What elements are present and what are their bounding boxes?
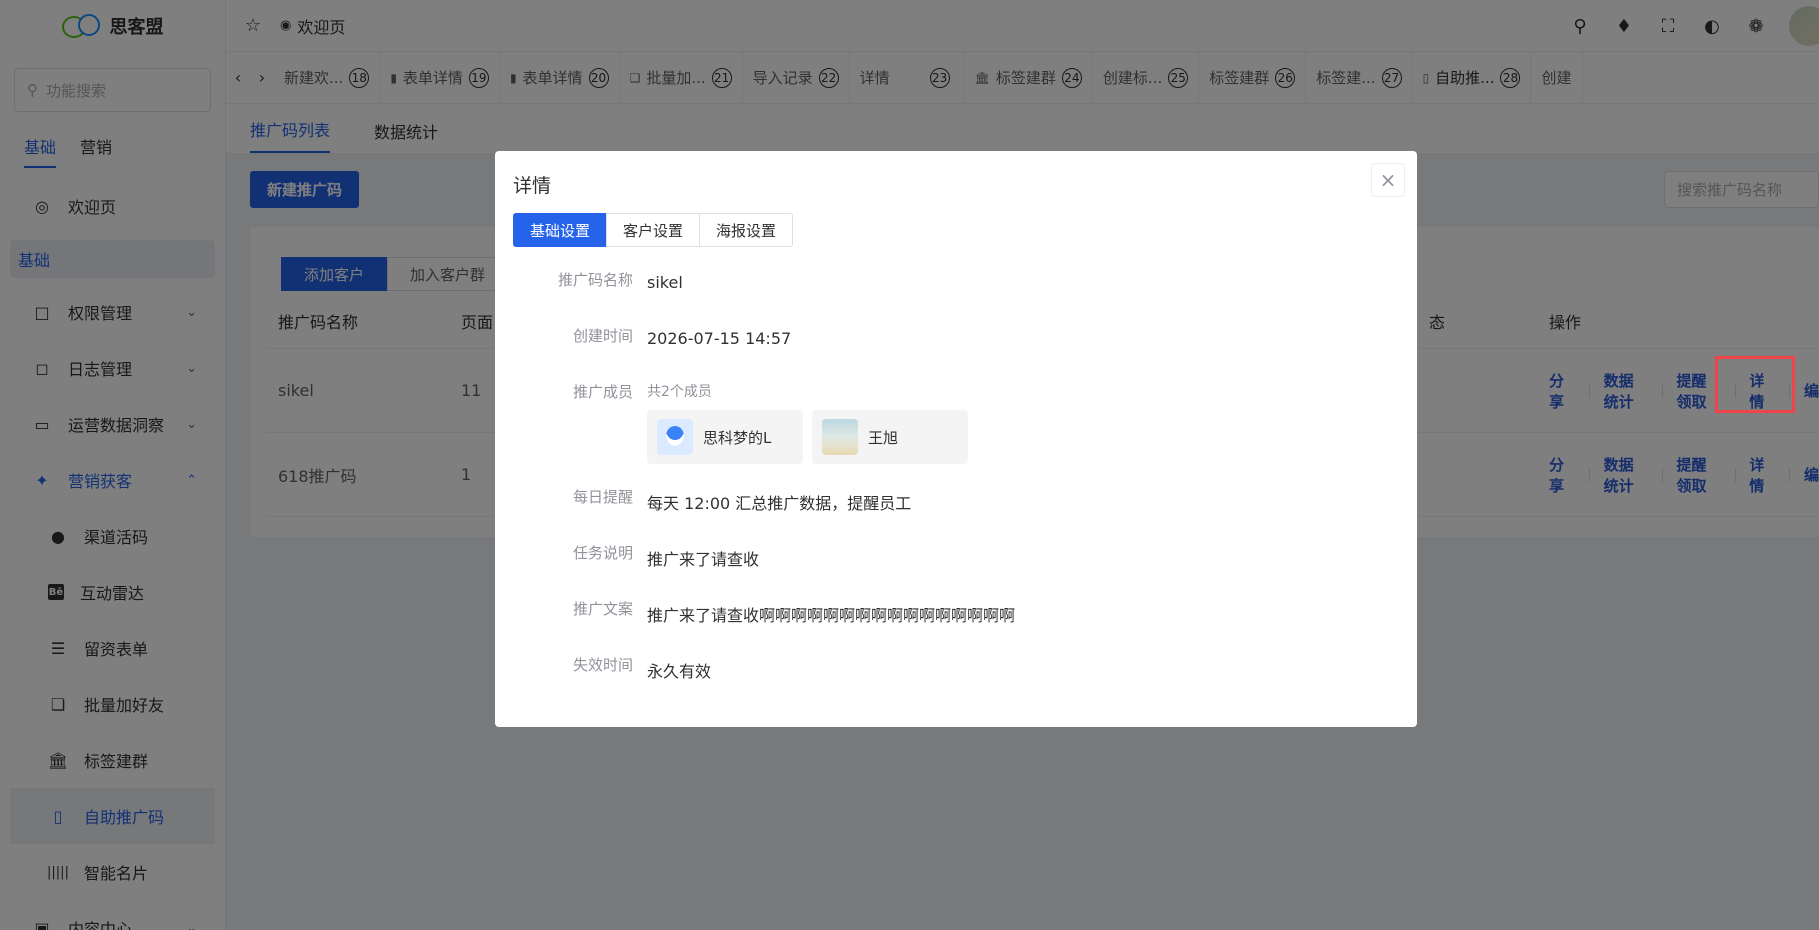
field-value: 2026-07-15 14:57 [647,329,792,348]
tab-poster-settings[interactable]: 海报设置 [699,213,794,247]
members-count: 共2个成员 [647,384,712,400]
field-label: 每日提醒 [572,488,633,506]
field-label: 创建时间 [572,327,633,345]
detail-dialog: 详情 × 基础设置 客户设置 海报设置 推广码名称 sikel 创建时间 202… [495,151,1417,727]
field-label: 推广文案 [572,600,633,618]
dialog-title: 详情 [513,175,552,197]
dialog-tabs: 基础设置 客户设置 海报设置 [513,213,794,247]
field-value: 永久有效 [647,662,712,681]
field-value: 推广来了请查收啊啊啊啊啊啊啊啊啊啊啊啊啊啊啊啊 [647,606,1016,625]
tab-basic-settings[interactable]: 基础设置 [513,213,608,247]
member-name: 思科梦的L [703,428,772,447]
field-value: 推广来了请查收 [647,550,760,569]
tab-customer-settings[interactable]: 客户设置 [606,213,701,247]
field-value: 每天 12:00 汇总推广数据，提醒员工 [647,494,912,513]
detail-highlight-box [1715,356,1795,413]
field-label: 推广码名称 [557,271,633,289]
avatar [822,419,858,455]
field-label: 推广成员 [572,383,633,401]
field-value: sikel [647,273,683,292]
field-label: 失效时间 [572,656,633,674]
close-icon[interactable]: × [1371,163,1405,197]
member-chip: 思科梦的L [647,410,803,464]
avatar [657,419,693,455]
field-label: 任务说明 [572,544,633,562]
member-chip: 王旭 [812,410,968,464]
member-name: 王旭 [868,428,899,447]
